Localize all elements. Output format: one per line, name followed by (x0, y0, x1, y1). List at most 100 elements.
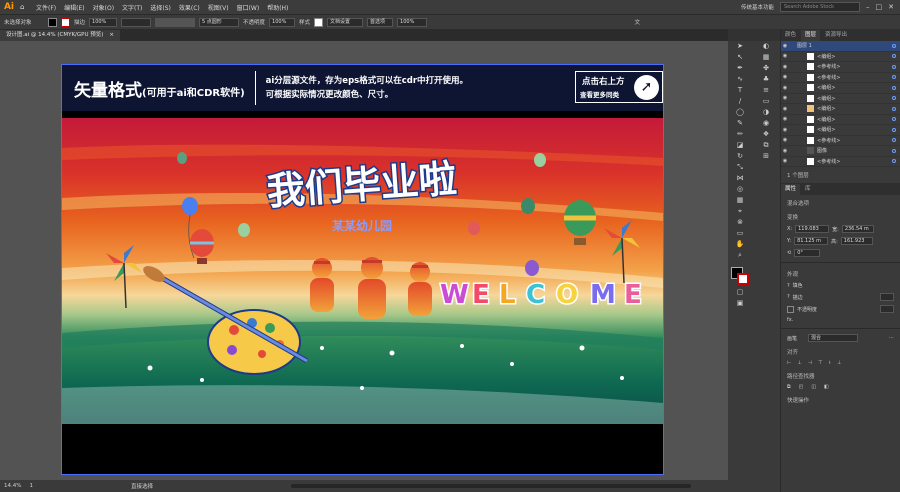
screen-mode-icon[interactable]: ▣ (728, 298, 752, 309)
unite-icon[interactable]: ⧉ (787, 384, 791, 390)
fx-button[interactable]: fx. (787, 317, 793, 323)
gradient-panel-icon[interactable]: ▭ (752, 96, 780, 107)
paintbrush-tool-icon[interactable]: ✎ (728, 118, 752, 129)
align-left-icon[interactable]: ⊢ (787, 360, 791, 366)
align-bottom-icon[interactable]: ⊥ (837, 360, 841, 366)
artboard-nav[interactable]: 1 (29, 483, 33, 489)
minus-front-icon[interactable]: ◰ (799, 384, 804, 390)
pencil-tool-icon[interactable]: ✏ (728, 129, 752, 140)
eye-icon[interactable]: ◉ (781, 106, 789, 112)
menu-file[interactable]: 文件(F) (32, 3, 60, 12)
layer-row[interactable]: ◉ <编组> (781, 52, 900, 62)
menu-type[interactable]: 文字(T) (118, 3, 146, 12)
layer-row[interactable]: ◉ <编组> (781, 125, 900, 136)
menu-window[interactable]: 窗口(W) (233, 3, 264, 12)
layer-row[interactable]: ◉ <参考线> (781, 62, 900, 73)
eye-icon[interactable]: ◉ (781, 74, 789, 80)
eye-icon[interactable]: ◉ (781, 137, 789, 143)
tab-layers[interactable]: 图层 (801, 30, 821, 41)
target-icon[interactable] (892, 138, 896, 143)
variable-width-field[interactable] (121, 17, 152, 27)
align-hcenter-icon[interactable]: ⊥ (797, 360, 801, 366)
layer-row[interactable]: ◉ <编组> (781, 83, 900, 94)
align-right-icon[interactable]: ⊣ (808, 360, 812, 366)
hand-tool-icon[interactable]: ✋ (728, 239, 752, 250)
stroke-icon[interactable]: ? (787, 294, 790, 300)
opacity-input[interactable] (880, 305, 894, 313)
layer-row[interactable]: ◉ <参考线> (781, 73, 900, 83)
layer-row[interactable]: ◉ <编组> (781, 94, 900, 104)
layers-panel-icon[interactable]: ⧉ (752, 140, 780, 151)
brush-point-select[interactable]: 5 点圆形 (199, 17, 240, 27)
target-icon[interactable] (892, 96, 896, 101)
eye-icon[interactable]: ◉ (781, 148, 789, 154)
zoom-tool-icon[interactable]: ⌕ (728, 250, 752, 261)
exclude-icon[interactable]: ◧ (824, 384, 829, 390)
tab-properties[interactable]: 属性 (781, 184, 801, 195)
artboards-panel-icon[interactable]: ⊞ (752, 151, 780, 162)
stroke-color-icon[interactable] (737, 273, 749, 285)
fill-icon[interactable]: ? (787, 283, 790, 289)
selection-tool-icon[interactable]: ➤ (728, 41, 752, 52)
target-icon[interactable] (892, 117, 896, 122)
align-vcenter-icon[interactable]: ⊦ (828, 360, 831, 366)
stroke-panel-icon[interactable]: ≡ (752, 85, 780, 96)
layer-row[interactable]: ◉ <参考线> (781, 157, 900, 167)
menu-effect[interactable]: 效果(C) (175, 3, 204, 12)
draw-mode-icon[interactable]: ▢ (728, 287, 752, 298)
layer-row[interactable]: ◉ <参考线> (781, 136, 900, 146)
align-top-icon[interactable]: ⊤ (818, 360, 822, 366)
eraser-tool-icon[interactable]: ◪ (728, 140, 752, 151)
layer-row[interactable]: ◉ <编组> (781, 104, 900, 115)
color-panel-icon[interactable]: ◐ (752, 41, 780, 52)
rotate-tool-icon[interactable]: ↻ (728, 151, 752, 162)
h-field[interactable]: 161.923 (840, 237, 873, 245)
workspace-switcher[interactable]: 传统基本功能 (741, 3, 774, 11)
gradient-tool-icon[interactable]: ▦ (728, 195, 752, 206)
eye-icon[interactable]: ◉ (781, 95, 789, 101)
blend-select[interactable]: 混合 (808, 334, 859, 342)
target-icon[interactable] (892, 159, 896, 164)
target-icon[interactable] (892, 148, 896, 153)
menu-select[interactable]: 选择(S) (146, 3, 175, 12)
maximize-icon[interactable]: □ (876, 3, 883, 11)
stroke-weight-input[interactable] (880, 293, 894, 301)
ellipse-tool-icon[interactable]: ◯ (728, 107, 752, 118)
blend-tool-icon[interactable]: ⊗ (728, 217, 752, 228)
curvature-tool-icon[interactable]: ∿ (728, 74, 752, 85)
w-field[interactable]: 236.54 m (841, 225, 874, 233)
menu-view[interactable]: 视图(V) (204, 3, 233, 12)
more-options-icon[interactable]: ⋯ (889, 335, 894, 341)
eyedropper-tool-icon[interactable]: ⌖ (728, 206, 752, 217)
tab-asset-export[interactable]: 资源导出 (821, 30, 851, 41)
y-field[interactable]: 81.125 m (794, 237, 829, 245)
graphic-style-swatch[interactable] (314, 17, 324, 27)
direct-selection-tool-icon[interactable]: ↖ (728, 52, 752, 63)
eye-icon[interactable]: ◉ (781, 158, 789, 164)
appearance-panel-icon[interactable]: ◉ (752, 118, 780, 129)
brushes-panel-icon[interactable]: ✤ (752, 63, 780, 74)
brush-definition[interactable] (155, 17, 196, 27)
width-tool-icon[interactable]: ⋈ (728, 173, 752, 184)
line-tool-icon[interactable]: / (728, 96, 752, 107)
layer-group-row[interactable]: ◉ 图层 1 (781, 41, 900, 52)
target-icon[interactable] (892, 43, 896, 48)
shape-builder-tool-icon[interactable]: ◎ (728, 184, 752, 195)
graphic-styles-panel-icon[interactable]: ❖ (752, 129, 780, 140)
fill-swatch[interactable] (48, 17, 57, 27)
target-icon[interactable] (892, 106, 896, 111)
stroke-swatch[interactable] (61, 17, 70, 27)
tab-color[interactable]: 颜色 (781, 30, 800, 41)
eye-icon[interactable]: ◉ (781, 85, 789, 91)
rotate-field[interactable]: 0° (794, 249, 821, 257)
doc-setup-button[interactable]: 文档设置 (327, 17, 364, 27)
swatches-panel-icon[interactable]: ▦ (752, 52, 780, 63)
intersect-icon[interactable]: ◫ (811, 384, 816, 390)
opacity-icon[interactable] (787, 305, 794, 313)
fill-stroke-widget[interactable] (728, 265, 752, 287)
symbols-panel-icon[interactable]: ♣ (752, 74, 780, 85)
close-icon[interactable]: ✕ (888, 3, 894, 11)
eye-icon[interactable]: ◉ (781, 43, 789, 49)
stock-search-input[interactable]: Search Adobe Stock (780, 2, 860, 12)
document-close-icon[interactable]: × (109, 30, 114, 41)
